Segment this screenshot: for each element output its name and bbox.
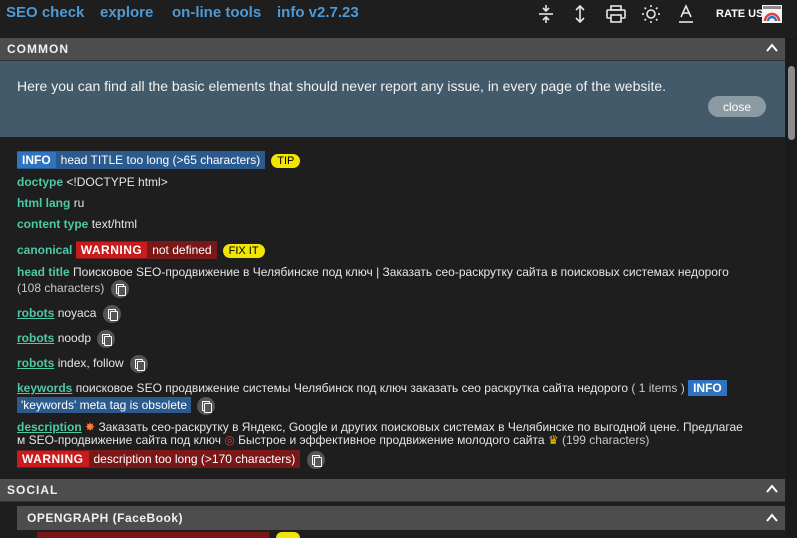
head-title-key: head title — [17, 265, 70, 279]
warning-text: description too long (>170 characters) — [93, 452, 296, 466]
content-type-row: content type text/html — [17, 217, 137, 231]
section-description-panel: Here you can find all the basic elements… — [0, 61, 785, 137]
chevron-up-icon[interactable] — [765, 482, 779, 496]
content-type-value: text/html — [91, 217, 138, 231]
title-length-info-row: INFO head TITLE too long (>65 characters)… — [17, 151, 301, 169]
top-bar: SEO check explore on-line tools info v2.… — [0, 0, 797, 38]
trophy-emoji-icon: ♛ — [547, 433, 559, 447]
fix-it-button[interactable]: FIX IT — [222, 244, 265, 258]
robots-value: index, follow — [57, 356, 124, 371]
info-badge: INFO — [17, 152, 56, 168]
head-title-row: head title Поисковое SEO-продвижение в Ч… — [17, 265, 729, 279]
robots-link[interactable]: robots — [17, 331, 54, 345]
print-icon[interactable] — [605, 3, 627, 25]
description-line-2b: Быстрое и эффективное продвижение молодо… — [238, 433, 545, 447]
section-title-social: SOCIAL — [7, 483, 59, 497]
collision-emoji-icon: ✸ — [85, 420, 96, 434]
head-title-count: (108 characters) — [17, 281, 105, 296]
keywords-obsolete-row: 'keywords' meta tag is obsolete — [17, 397, 216, 415]
collapse-all-icon[interactable] — [535, 3, 557, 25]
keywords-value: поисковое SEO продвижение системы Челяби… — [75, 381, 629, 395]
clipped-warning-row — [37, 532, 269, 538]
head-title-count-row: (108 characters) — [17, 280, 129, 298]
rate-us-label[interactable]: RATE US — [716, 8, 763, 20]
subsection-title-opengraph: OPENGRAPH (FaceBook) — [27, 511, 184, 525]
copy-icon[interactable] — [102, 305, 121, 323]
robots-link[interactable]: robots — [17, 306, 54, 320]
clipped-tip-pill — [276, 532, 300, 538]
info-text: head TITLE too long (>65 characters) — [60, 153, 261, 167]
keywords-link[interactable]: keywords — [17, 381, 72, 395]
html-lang-key: html lang — [17, 196, 71, 210]
nav-info[interactable]: info v2.7.23 — [277, 4, 359, 21]
rainbow-logo-icon[interactable] — [762, 5, 782, 23]
tip-button[interactable]: TIP — [271, 154, 301, 168]
section-header-social[interactable]: SOCIAL — [0, 479, 785, 502]
robots-link[interactable]: robots — [17, 356, 54, 370]
target-emoji-icon: ◎ — [224, 433, 235, 447]
canonical-key: canonical — [17, 243, 73, 257]
subsection-header-opengraph[interactable]: OPENGRAPH (FaceBook) — [17, 506, 785, 530]
close-button[interactable]: close — [708, 96, 766, 117]
description-line-2a: м SEO-продвижение сайта под ключ — [17, 433, 221, 447]
info-badge: INFO — [688, 380, 727, 396]
doctype-key: doctype — [17, 175, 64, 189]
scrollbar-thumb[interactable] — [788, 66, 795, 140]
nav-explore[interactable]: explore — [100, 4, 153, 21]
head-title-value: Поисковое SEO-продвижение в Челябинске п… — [73, 265, 729, 279]
warning-text: not defined — [152, 243, 212, 257]
info-message: INFO head TITLE too long (>65 characters) — [17, 151, 266, 169]
description-count: (199 characters) — [561, 433, 650, 447]
doctype-value: <!DOCTYPE html> — [66, 175, 168, 189]
copy-icon[interactable] — [110, 280, 129, 298]
section-description-text: Here you can find all the basic elements… — [17, 78, 667, 94]
warning-badge: WARNING — [17, 451, 89, 467]
section-title-common: COMMON — [7, 42, 69, 56]
description-warning-row: WARNING description too long (>170 charac… — [17, 450, 325, 469]
keywords-count: ( 1 items ) — [631, 381, 685, 395]
warning-badge: WARNING — [75, 242, 148, 258]
copy-icon[interactable] — [130, 355, 149, 373]
canonical-row: canonical WARNING not defined FIX IT — [17, 241, 265, 259]
keywords-row: keywords поисковое SEO продвижение систе… — [17, 380, 727, 396]
robots-row-2: robots noodp — [17, 330, 116, 348]
html-lang-row: html lang ru — [17, 196, 84, 210]
description-line-2-row: м SEO-продвижение сайта под ключ ◎ Быстр… — [17, 433, 649, 447]
content-type-key: content type — [17, 217, 89, 231]
expand-all-icon[interactable] — [569, 3, 591, 25]
nav-online-tools[interactable]: on-line tools — [172, 4, 261, 21]
text-format-icon[interactable] — [675, 3, 697, 25]
chevron-up-icon[interactable] — [765, 511, 779, 525]
robots-value: noyaca — [57, 306, 97, 321]
nav-seo-check[interactable]: SEO check — [6, 4, 84, 21]
robots-row-3: robots index, follow — [17, 355, 149, 373]
robots-row-1: robots noyaca — [17, 305, 121, 323]
obsolete-notice: 'keywords' meta tag is obsolete — [17, 397, 191, 414]
description-line-1: Заказать сео-раскрутку в Яндекс, Google … — [98, 420, 743, 434]
warning-message: WARNING not defined — [75, 241, 217, 259]
copy-icon[interactable] — [97, 330, 116, 348]
description-link[interactable]: description — [17, 420, 82, 434]
robots-value: noodp — [57, 331, 92, 346]
description-row: description ✸ Заказать сео-раскрутку в Я… — [17, 420, 743, 434]
brightness-icon[interactable] — [640, 3, 662, 25]
html-lang-value: ru — [73, 196, 85, 210]
doctype-row: doctype <!DOCTYPE html> — [17, 175, 168, 189]
copy-icon[interactable] — [306, 450, 325, 469]
copy-icon[interactable] — [197, 397, 216, 415]
warning-message: WARNING description too long (>170 charac… — [17, 450, 301, 468]
chevron-up-icon[interactable] — [765, 41, 779, 55]
section-header-common[interactable]: COMMON — [0, 38, 785, 61]
